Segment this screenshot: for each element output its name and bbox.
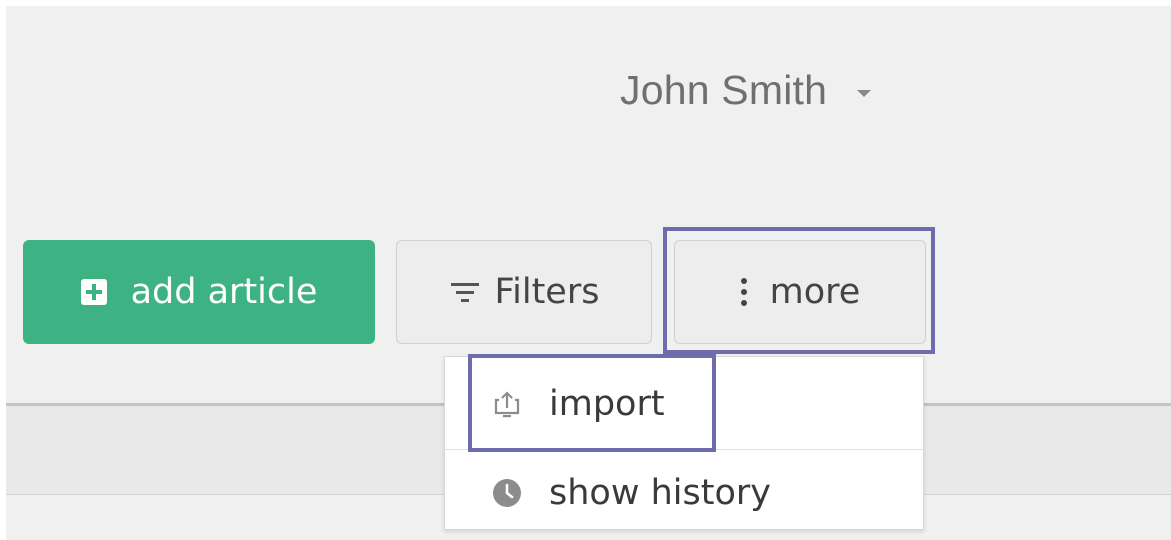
plus-square-icon xyxy=(80,279,107,305)
user-name: John Smith xyxy=(620,66,828,113)
filters-button[interactable]: Filters xyxy=(396,240,652,344)
menu-item-show-history[interactable]: show history xyxy=(445,449,923,535)
add-article-button[interactable]: add article xyxy=(23,240,375,344)
menu-item-show-history-label: show history xyxy=(549,472,771,513)
upload-icon xyxy=(494,391,520,418)
filters-label: Filters xyxy=(494,272,600,312)
more-button[interactable]: more xyxy=(674,240,926,344)
more-label: more xyxy=(769,272,861,312)
page: John Smith add article Filters more impo… xyxy=(6,6,1171,540)
more-menu-dropdown: import show history xyxy=(444,356,924,530)
vertical-dots-icon xyxy=(740,278,747,306)
menu-item-import[interactable]: import xyxy=(445,361,923,447)
add-article-label: add article xyxy=(130,272,318,312)
user-menu[interactable]: John Smith xyxy=(620,60,872,120)
menu-item-import-label: import xyxy=(549,384,665,424)
filter-icon xyxy=(450,283,479,302)
clock-icon xyxy=(493,478,521,507)
caret-down-icon xyxy=(857,89,872,97)
